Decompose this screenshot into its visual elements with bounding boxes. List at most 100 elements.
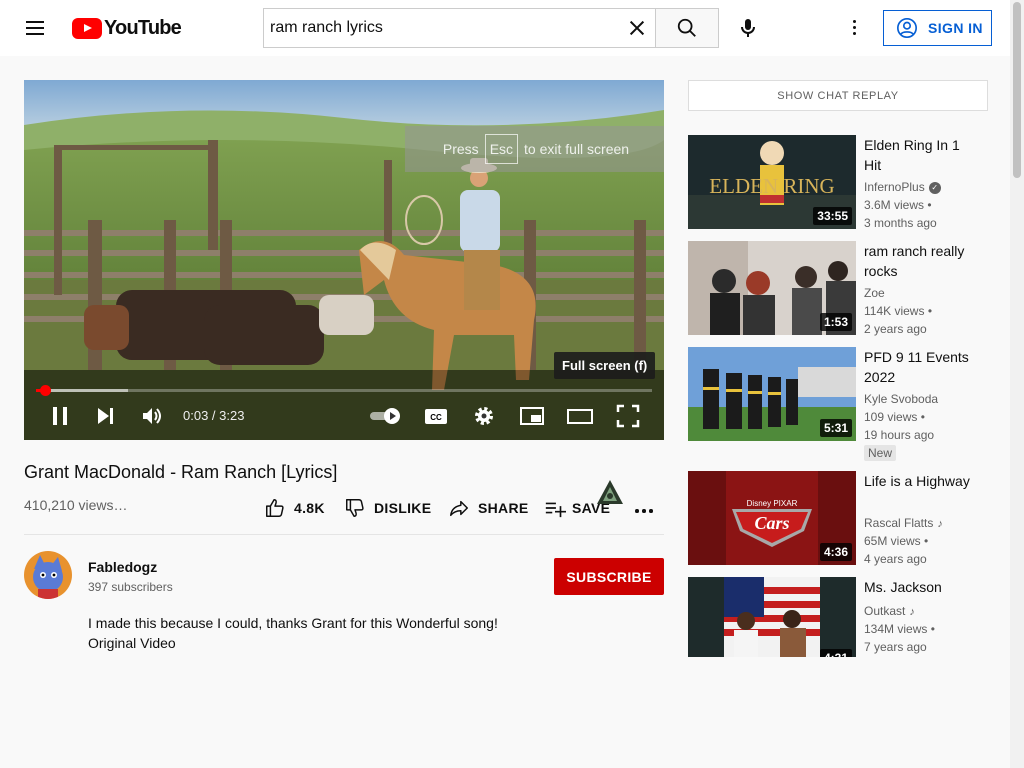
playlist-add-icon <box>545 502 566 518</box>
time-display: 0:03 / 3:23 <box>183 408 245 423</box>
share-button[interactable]: SHARE <box>448 496 529 520</box>
mute-button[interactable] <box>138 402 166 430</box>
recommended-video[interactable]: ELDEN RING 33:55 Elden Ring In 1 Hit Inf… <box>688 135 988 231</box>
video-thumbnail[interactable]: 5:31 <box>688 347 856 441</box>
video-duration: 1:53 <box>819 313 852 331</box>
svg-text:CC: CC <box>430 413 442 422</box>
description-link[interactable]: Original Video <box>88 635 176 651</box>
recommended-video[interactable]: 1:53 ram ranch really rocks Zoe 114K vie… <box>688 241 988 337</box>
subscriber-count: 397 subscribers <box>88 580 173 594</box>
share-icon <box>450 500 468 517</box>
recommended-views: 114K views • <box>864 304 933 318</box>
search-button[interactable] <box>655 8 719 48</box>
dislike-button[interactable]: DISLIKE <box>344 496 431 520</box>
fullscreen-button[interactable] <box>614 402 642 430</box>
channel-label: InfernoPlus <box>864 180 925 194</box>
notice-key: Esc <box>484 134 519 164</box>
like-button[interactable]: 4.8K <box>264 496 325 520</box>
recommended-title: Elden Ring In 1 Hit <box>864 137 960 173</box>
recommended-views: 109 views • <box>864 410 925 424</box>
autoplay-toggle[interactable] <box>368 402 404 430</box>
sign-in-label: SIGN IN <box>928 20 983 36</box>
description-text: I made this because I could, thanks Gran… <box>88 615 498 631</box>
recommended-age: 7 years ago <box>864 640 927 654</box>
like-count: 4.8K <box>294 500 325 516</box>
fullscreen-icon <box>616 404 640 428</box>
recommended-age: 2 years ago <box>864 322 927 336</box>
divider <box>24 534 664 535</box>
miniplayer-icon <box>520 407 544 425</box>
captions-icon: CC <box>425 409 447 424</box>
theater-button[interactable] <box>566 402 594 430</box>
video-player[interactable]: Press Esc to exit full screen Full scree… <box>24 80 664 440</box>
music-note-icon: ♪ <box>909 606 915 618</box>
recommended-views: 134M views • <box>864 622 935 636</box>
more-vert-icon[interactable] <box>842 16 866 40</box>
video-duration: 33:55 <box>813 207 852 225</box>
cursor-triangle-icon <box>597 480 623 504</box>
next-button[interactable] <box>92 402 120 430</box>
recommended-channel: Outkast ♪ <box>864 602 915 621</box>
fullscreen-exit-notice: Press Esc to exit full screen <box>405 126 664 172</box>
avatar-image <box>24 551 72 599</box>
video-title: Grant MacDonald - Ram Ranch [Lyrics] <box>24 462 338 482</box>
volume-icon <box>143 408 161 424</box>
video-duration: 5:31 <box>819 419 852 437</box>
recommended-views: 65M views • <box>864 534 929 548</box>
scrollbar-thumb[interactable] <box>1013 2 1021 178</box>
clear-icon[interactable] <box>627 18 647 38</box>
youtube-play-icon <box>72 17 102 39</box>
mic-button[interactable] <box>730 10 766 46</box>
video-duration: 4:36 <box>819 543 852 561</box>
subscribe-button[interactable]: SUBSCRIBE <box>554 558 664 595</box>
recommended-title: Life is a Highway <box>864 473 970 489</box>
captions-button[interactable]: CC <box>422 402 450 430</box>
recommended-views: 3.6M views • <box>864 198 932 212</box>
recommended-age: 19 hours ago <box>864 428 935 442</box>
new-badge: New <box>864 445 897 461</box>
pause-icon <box>53 407 67 425</box>
notice-prefix: Press <box>442 141 479 157</box>
music-note-icon: ♪ <box>937 518 943 530</box>
masthead: YouTube SIGN IN <box>0 0 1010 56</box>
view-count[interactable]: 410,210 views… <box>24 497 128 513</box>
pause-button[interactable] <box>46 402 74 430</box>
youtube-logo[interactable]: YouTube <box>72 16 182 39</box>
views-label: 3.6M views <box>864 198 925 212</box>
logo-wordmark: YouTube <box>104 16 182 39</box>
recommended-age: 4 years ago <box>864 552 927 566</box>
menu-icon[interactable] <box>24 16 48 40</box>
next-icon <box>98 408 113 424</box>
player-controls: 0:03 / 3:23 CC <box>24 396 664 436</box>
show-chat-replay-button[interactable]: SHOW CHAT REPLAY <box>688 80 988 111</box>
video-thumbnail[interactable]: Disney PIXAR Cars 4:36 <box>688 471 856 565</box>
progress-scrubber[interactable] <box>40 385 51 396</box>
more-actions-icon[interactable] <box>632 500 656 520</box>
channel-label: Outkast <box>864 604 906 618</box>
user-circle-icon <box>897 18 917 38</box>
mic-icon <box>741 19 755 37</box>
recommended-title: Ms. Jackson <box>864 579 942 595</box>
search-box <box>263 8 656 48</box>
channel-name[interactable]: Fabledogz <box>88 559 157 575</box>
video-thumbnail[interactable]: ELDEN RING 33:55 <box>688 135 856 229</box>
share-label: SHARE <box>478 500 529 516</box>
video-thumbnail[interactable]: 1:53 <box>688 241 856 335</box>
miniplayer-button[interactable] <box>518 402 546 430</box>
sidebar-clip <box>688 657 998 768</box>
search-icon <box>677 18 696 37</box>
search-input[interactable] <box>270 9 620 47</box>
sign-in-button[interactable]: SIGN IN <box>883 10 992 46</box>
thumbnail-subtext: Disney PIXAR <box>747 499 798 508</box>
progress-bar[interactable] <box>36 385 652 396</box>
page-scrollbar[interactable] <box>1010 0 1024 768</box>
channel-avatar[interactable] <box>24 551 72 599</box>
recommended-video[interactable]: 5:31 PFD 9 11 Events 2022 Kyle Svoboda 1… <box>688 347 988 465</box>
recommended-video[interactable]: Disney PIXAR Cars 4:36 Life is a Highway… <box>688 471 988 567</box>
recommended-channel: Kyle Svoboda <box>864 392 939 406</box>
thumbs-down-icon <box>346 499 364 517</box>
views-label: 134M views <box>864 622 928 636</box>
settings-button[interactable] <box>470 402 498 430</box>
views-label: 114K views <box>864 304 925 318</box>
recommended-channel: InfernoPlus ✓ <box>864 178 941 196</box>
